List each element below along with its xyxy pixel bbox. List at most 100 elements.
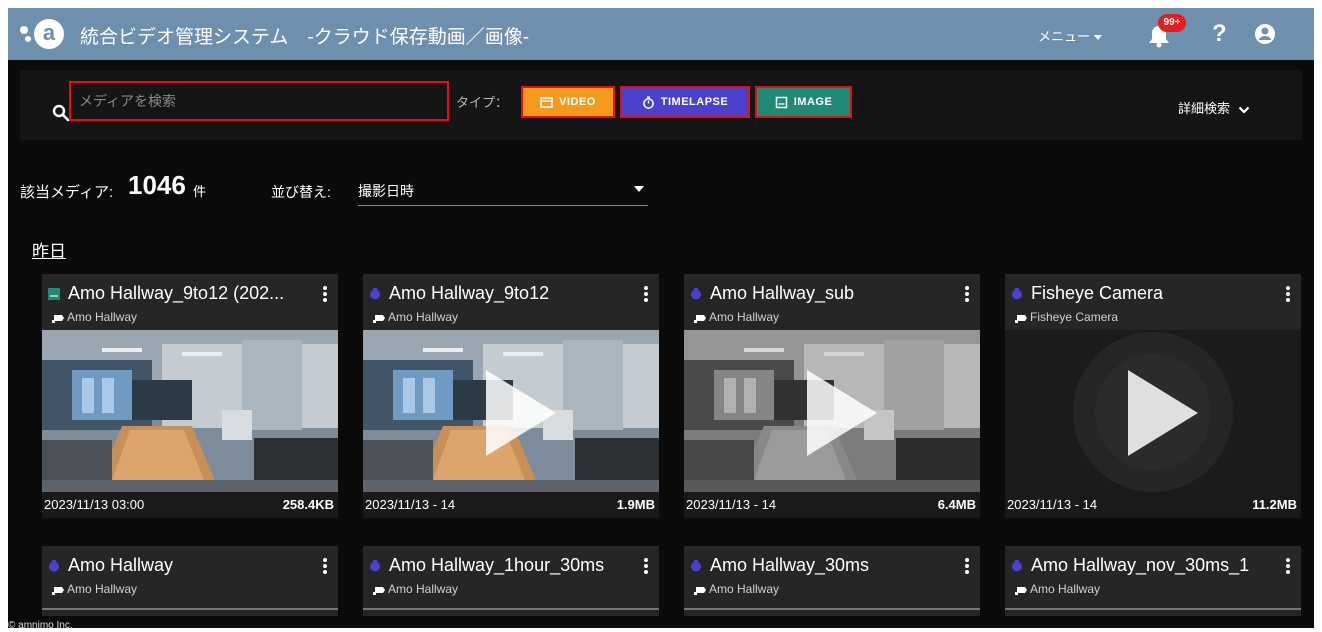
timelapse-type-icon	[691, 288, 701, 300]
result-count: 1046	[128, 170, 186, 200]
page-title: 統合ビデオ管理システム -クラウド保存動画／画像-	[80, 27, 530, 48]
more-options-icon[interactable]	[1281, 556, 1295, 576]
copyright: © amnimo Inc.	[8, 620, 73, 628]
camera-name: Amo Hallway	[388, 310, 459, 324]
advanced-search-toggle[interactable]: 詳細検索	[1178, 98, 1250, 117]
timelapse-type-icon	[370, 288, 380, 300]
advanced-search-label: 詳細検索	[1178, 101, 1231, 116]
camera-icon	[1015, 586, 1027, 595]
more-options-icon[interactable]	[960, 284, 974, 304]
media-size: 11.2MB	[1252, 497, 1297, 512]
timelapse-type-icon	[49, 560, 59, 572]
camera-icon	[1015, 314, 1027, 323]
timelapse-type-icon	[1012, 560, 1022, 572]
camera-label: Amo Hallway	[52, 582, 137, 596]
camera-name: Amo Hallway	[67, 310, 138, 324]
media-title: Amo Hallway_nov_30ms_1	[1031, 555, 1250, 575]
media-card[interactable]: Amo Hallway_nov_30ms_1 Amo Hallway	[1005, 546, 1301, 616]
camera-label: Amo Hallway	[373, 582, 458, 596]
media-card[interactable]: Fisheye Camera Fisheye Camera 2023/11/13…	[1005, 274, 1301, 518]
camera-name: Amo Hallway	[709, 582, 780, 596]
video-icon	[540, 96, 553, 108]
timer-icon	[642, 96, 654, 109]
camera-name: Amo Hallway	[1030, 582, 1101, 596]
menu-label: メニュー	[1038, 29, 1091, 44]
image-icon	[775, 96, 787, 108]
type-filter-label: タイプ：	[456, 95, 509, 110]
account-icon[interactable]	[1254, 23, 1276, 45]
timelapse-type-icon	[370, 560, 380, 572]
media-date: 2023/11/13 - 14	[365, 497, 456, 512]
result-count-label: 該当メディア:	[20, 184, 114, 201]
sort-select[interactable]: 撮影日時	[358, 172, 648, 206]
play-icon[interactable]	[807, 370, 877, 456]
sort-value: 撮影日時	[358, 183, 414, 199]
media-title: Amo Hallway_9to12 (202...	[68, 283, 285, 303]
notification-badge: 99+	[1158, 14, 1186, 32]
more-options-icon[interactable]	[1281, 284, 1295, 304]
section-title-yesterday: 昨日	[32, 242, 66, 261]
media-thumbnail[interactable]	[1005, 330, 1301, 492]
result-count-unit: 件	[193, 184, 207, 199]
more-options-icon[interactable]	[960, 556, 974, 576]
video-chip-label: VIDEO	[559, 96, 596, 108]
more-options-icon[interactable]	[318, 556, 332, 576]
media-size: 258.4KB	[282, 497, 334, 512]
app-window: a 統合ビデオ管理システム -クラウド保存動画／画像- メニュー 99+ ? タ…	[8, 8, 1314, 628]
more-options-icon[interactable]	[639, 556, 653, 576]
media-card[interactable]: Amo Hallway_1hour_30ms Amo Hallway	[363, 546, 659, 616]
timelapse-type-icon	[1012, 288, 1022, 300]
image-type-icon	[48, 288, 60, 300]
camera-label: Amo Hallway	[694, 310, 779, 324]
media-title: Amo Hallway	[68, 555, 174, 575]
chevron-down-icon	[1238, 106, 1249, 114]
image-filter-chip[interactable]: IMAGE	[755, 86, 852, 118]
camera-icon	[373, 586, 385, 595]
media-card[interactable]: Amo Hallway Amo Hallway	[42, 546, 338, 616]
media-card[interactable]: Amo Hallway_30ms Amo Hallway	[684, 546, 980, 616]
caret-down-icon	[634, 186, 644, 192]
sort-label: 並び替え:	[271, 184, 331, 200]
media-date: 2023/11/13 - 14	[686, 497, 777, 512]
camera-label: Fisheye Camera	[1015, 310, 1118, 324]
more-options-icon[interactable]	[639, 284, 653, 304]
media-search-input[interactable]	[69, 81, 449, 121]
media-thumbnail[interactable]	[363, 330, 659, 492]
play-icon[interactable]	[1128, 370, 1198, 456]
media-size: 6.4MB	[937, 497, 976, 512]
camera-label: Amo Hallway	[52, 310, 137, 324]
caret-down-icon	[1094, 35, 1103, 41]
timelapse-chip-label: TIMELAPSE	[660, 96, 729, 108]
camera-name: Fisheye Camera	[1030, 310, 1119, 324]
more-options-icon[interactable]	[318, 284, 332, 304]
camera-label: Amo Hallway	[1015, 582, 1100, 596]
media-card[interactable]: Amo Hallway_9to12 (202... Amo Hallway 20…	[42, 274, 338, 518]
menu-button[interactable]: メニュー	[1038, 26, 1103, 45]
camera-icon	[52, 586, 64, 595]
media-thumbnail[interactable]	[684, 330, 980, 492]
amnimo-logo[interactable]: a	[20, 19, 66, 49]
search-icon	[52, 104, 70, 122]
media-card[interactable]: Amo Hallway_sub Amo Hallway 2023/11/13 -…	[684, 274, 980, 518]
camera-icon	[52, 314, 64, 323]
media-title: Amo Hallway_9to12	[389, 283, 550, 303]
play-icon[interactable]	[486, 370, 556, 456]
media-title: Amo Hallway_sub	[710, 283, 855, 303]
media-title: Fisheye Camera	[1031, 283, 1164, 303]
camera-label: Amo Hallway	[373, 310, 458, 324]
timelapse-type-icon	[691, 560, 701, 572]
camera-icon	[694, 586, 706, 595]
camera-label: Amo Hallway	[694, 582, 779, 596]
media-date: 2023/11/13 03:00	[44, 497, 145, 512]
media-size: 1.9MB	[616, 497, 655, 512]
image-chip-label: IMAGE	[793, 96, 833, 108]
media-date: 2023/11/13 - 14	[1007, 497, 1098, 512]
media-card[interactable]: Amo Hallway_9to12 Amo Hallway 2023/11/13…	[363, 274, 659, 518]
media-title: Amo Hallway_30ms	[710, 555, 870, 575]
media-thumbnail[interactable]	[42, 330, 338, 492]
camera-name: Amo Hallway	[709, 310, 780, 324]
timelapse-filter-chip[interactable]: TIMELAPSE	[620, 86, 750, 118]
video-filter-chip[interactable]: VIDEO	[521, 86, 615, 118]
help-icon[interactable]: ?	[1212, 20, 1227, 48]
camera-name: Amo Hallway	[388, 582, 459, 596]
